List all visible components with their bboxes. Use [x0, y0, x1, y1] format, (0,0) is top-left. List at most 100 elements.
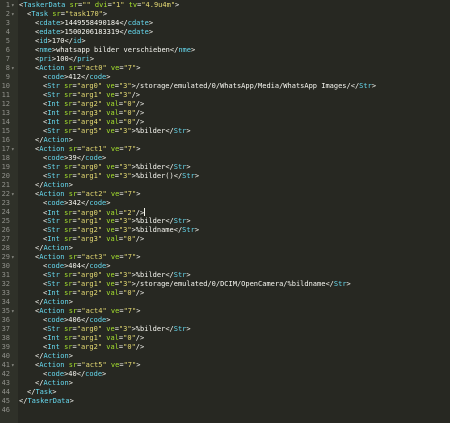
code-line[interactable]: 25 <Str sr="arg1" ve="3">%bilder</Str>	[0, 217, 450, 226]
code-text[interactable]: <Int sr="arg4" val="0"/>	[43, 118, 144, 127]
code-line[interactable]: 33 <Int sr="arg2" val="0"/>	[0, 289, 450, 298]
code-line[interactable]: 15 <Str sr="arg5" ve="3">%bilder</Str>	[0, 127, 450, 136]
code-text[interactable]: </Action>	[35, 298, 73, 307]
code-text[interactable]: <Action sr="act2" ve="7">	[35, 190, 140, 199]
fold-toggle-icon[interactable]: ▾	[11, 10, 15, 19]
code-line[interactable]: 36 <code>406</code>	[0, 316, 450, 325]
code-line[interactable]: 27 <Int sr="arg3" val="0"/>	[0, 235, 450, 244]
code-line[interactable]: 12 <Int sr="arg2" val="0"/>	[0, 100, 450, 109]
code-text[interactable]: <Str sr="arg0" ve="3">%bilder</Str>	[43, 325, 191, 334]
code-line[interactable]: 8 ▾ <Action sr="act0" ve="7">	[0, 64, 450, 73]
code-line[interactable]: 46	[0, 406, 450, 415]
code-text[interactable]: <edate>1500206183319</edate>	[35, 28, 153, 37]
code-line[interactable]: 32 <Str sr="arg1" ve="3">/storage/emulate…	[0, 280, 450, 289]
code-text[interactable]: </Action>	[35, 244, 73, 253]
code-editor[interactable]: 1 ▾ <TaskerData sr="" dvi="1" tv="4.9u4m">…	[0, 0, 450, 423]
code-text[interactable]: <Action sr="act5" ve="7">	[35, 361, 140, 370]
code-text[interactable]: </Action>	[35, 181, 73, 190]
code-text[interactable]: </Action>	[35, 136, 73, 145]
code-token: "arg5"	[76, 127, 103, 135]
code-line[interactable]: 28 </Action>	[0, 244, 450, 253]
fold-toggle-icon[interactable]: ▾	[11, 361, 15, 370]
code-line[interactable]: 4 <edate>1500206183319</edate>	[0, 28, 450, 37]
code-text[interactable]: <TaskerData sr="" dvi="1" tv="4.9u4m">	[19, 1, 179, 10]
code-text[interactable]: <Int sr="arg1" val="0"/>	[43, 334, 144, 343]
code-text[interactable]: <Task sr="task170">	[27, 10, 107, 19]
code-text[interactable]: <code>412</code>	[43, 73, 110, 82]
code-text[interactable]: <Str sr="arg0" ve="3">%bilder</Str>	[43, 163, 191, 172]
code-line[interactable]: 44 </Task>	[0, 388, 450, 397]
code-text[interactable]: <code>406</code>	[43, 316, 110, 325]
code-line[interactable]: 5 <id>170</id>	[0, 37, 450, 46]
code-line[interactable]: 40 </Action>	[0, 352, 450, 361]
code-text[interactable]: <Str sr="arg1" ve="3"/>	[43, 91, 140, 100]
code-text[interactable]: </Action>	[35, 379, 73, 388]
code-line[interactable]: 35 ▾ <Action sr="act4" ve="7">	[0, 307, 450, 316]
code-text[interactable]: <nme>whatsapp bilder verschieben</nme>	[35, 46, 195, 55]
code-text[interactable]: <Str sr="arg2" ve="3">%bildname</Str>	[43, 226, 199, 235]
code-line[interactable]: 45 </TaskerData>	[0, 397, 450, 406]
code-text[interactable]: <Int sr="arg3" val="0"/>	[43, 235, 144, 244]
code-text[interactable]: <code>404</code>	[43, 262, 110, 271]
code-line[interactable]: 20 <Str sr="arg1" ve="3">%bilder()</Str>	[0, 172, 450, 181]
code-text[interactable]: <cdate>1449558490184</cdate>	[35, 19, 153, 28]
code-text[interactable]: <Action sr="act3" ve="7">	[35, 253, 140, 262]
code-line[interactable]: 24 <Int sr="arg0" val="2"/>	[0, 208, 450, 217]
code-line[interactable]: 11 <Str sr="arg1" ve="3"/>	[0, 91, 450, 100]
code-text[interactable]: <code>40</code>	[43, 370, 106, 379]
fold-toggle-icon[interactable]: ▾	[11, 145, 15, 154]
code-line[interactable]: 18 <code>39</code>	[0, 154, 450, 163]
code-line[interactable]: 6 <nme>whatsapp bilder verschieben</nme>	[0, 46, 450, 55]
code-text[interactable]: <Int sr="arg3" val="0"/>	[43, 109, 144, 118]
code-line[interactable]: 17 ▾ <Action sr="act1" ve="7">	[0, 145, 450, 154]
code-line[interactable]: 31 <Str sr="arg0" ve="3">%bilder</Str>	[0, 271, 450, 280]
code-line[interactable]: 10 <Str sr="arg0" ve="3">/storage/emulate…	[0, 82, 450, 91]
code-line[interactable]: 22 ▾ <Action sr="act2" ve="7">	[0, 190, 450, 199]
code-line[interactable]: 29 ▾ <Action sr="act3" ve="7">	[0, 253, 450, 262]
fold-toggle-icon[interactable]: ▾	[11, 253, 15, 262]
code-line[interactable]: 3 <cdate>1449558490184</cdate>	[0, 19, 450, 28]
code-text[interactable]: <code>342</code>	[43, 199, 110, 208]
code-text[interactable]: <Str sr="arg5" ve="3">%bilder</Str>	[43, 127, 191, 136]
code-line[interactable]: 21 </Action>	[0, 181, 450, 190]
code-text[interactable]: <Str sr="arg1" ve="3">%bilder</Str>	[43, 217, 191, 226]
code-line[interactable]: 16 </Action>	[0, 136, 450, 145]
code-line[interactable]: 30 <code>404</code>	[0, 262, 450, 271]
code-line[interactable]: 23 <code>342</code>	[0, 199, 450, 208]
code-text[interactable]: <Action sr="act0" ve="7">	[35, 64, 140, 73]
code-text[interactable]: <Action sr="act1" ve="7">	[35, 145, 140, 154]
code-text[interactable]: <Str sr="arg0" ve="3">/storage/emulated/…	[43, 82, 376, 91]
code-text[interactable]: <Int sr="arg2" val="0"/>	[43, 289, 144, 298]
code-line[interactable]: 13 <Int sr="arg3" val="0"/>	[0, 109, 450, 118]
code-line[interactable]: 1 ▾ <TaskerData sr="" dvi="1" tv="4.9u4m">	[0, 1, 450, 10]
code-text[interactable]: </Action>	[35, 352, 73, 361]
code-text[interactable]: <Action sr="act4" ve="7">	[35, 307, 140, 316]
code-line[interactable]: 34 </Action>	[0, 298, 450, 307]
code-line[interactable]: 9 <code>412</code>	[0, 73, 450, 82]
code-line[interactable]: 42 <code>40</code>	[0, 370, 450, 379]
code-line[interactable]: 37 <Str sr="arg0" ve="3">%bilder</Str>	[0, 325, 450, 334]
code-line[interactable]: 43 </Action>	[0, 379, 450, 388]
code-line[interactable]: 7 <pri>100</pri>	[0, 55, 450, 64]
code-line[interactable]: 2 ▾ <Task sr="task170">	[0, 10, 450, 19]
fold-toggle-icon[interactable]: ▾	[11, 64, 15, 73]
code-line[interactable]: 38 <Int sr="arg1" val="0"/>	[0, 334, 450, 343]
fold-toggle-icon[interactable]: ▾	[11, 190, 15, 199]
fold-toggle-icon[interactable]: ▾	[11, 307, 15, 316]
code-line[interactable]: 14 <Int sr="arg4" val="0"/>	[0, 118, 450, 127]
code-text[interactable]: <Str sr="arg1" ve="3">%bilder()</Str>	[43, 172, 199, 181]
code-line[interactable]: 41 ▾ <Action sr="act5" ve="7">	[0, 361, 450, 370]
code-text[interactable]: <Int sr="arg2" val="0"/>	[43, 100, 144, 109]
code-line[interactable]: 19 <Str sr="arg0" ve="3">%bilder</Str>	[0, 163, 450, 172]
code-line[interactable]: 26 <Str sr="arg2" ve="3">%bildname</Str>	[0, 226, 450, 235]
code-text[interactable]: <Str sr="arg1" ve="3">/storage/emulated/…	[43, 280, 351, 289]
code-text[interactable]: <Str sr="arg0" ve="3">%bilder</Str>	[43, 271, 191, 280]
fold-toggle-icon[interactable]: ▾	[11, 1, 15, 10]
code-text[interactable]: <id>170</id>	[35, 37, 86, 46]
code-line[interactable]: 39 <Int sr="arg2" val="0"/>	[0, 343, 450, 352]
code-text[interactable]: </TaskerData>	[19, 397, 74, 406]
code-text[interactable]: <Int sr="arg2" val="0"/>	[43, 343, 144, 352]
code-text[interactable]: <code>39</code>	[43, 154, 106, 163]
code-text[interactable]: <pri>100</pri>	[35, 55, 94, 64]
code-text[interactable]: </Task>	[27, 388, 57, 397]
